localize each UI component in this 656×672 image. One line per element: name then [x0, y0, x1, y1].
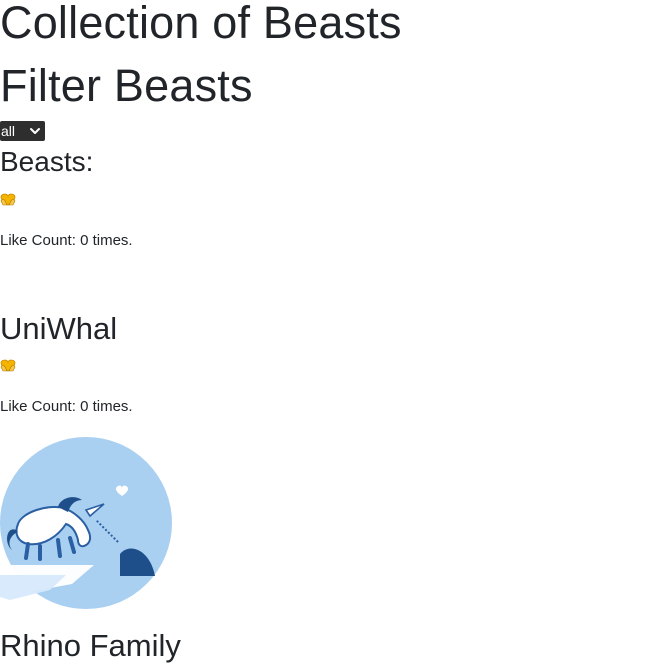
chevron-down-icon [30, 128, 40, 134]
filter-select[interactable]: all [0, 121, 45, 141]
like-count-text: Like Count: 0 times. [0, 232, 133, 250]
page-title: Collection of Beasts [0, 0, 402, 48]
like-suffix: times. [92, 232, 133, 249]
hands-heart-icon[interactable] [0, 359, 16, 373]
unicorn-narwhal-illustration[interactable] [0, 434, 172, 612]
like-label: Like Count: [0, 232, 76, 249]
like-count-value: 0 [80, 398, 89, 415]
beasts-heading: Beasts: [0, 146, 94, 177]
like-count-value: 0 [80, 232, 89, 249]
hands-heart-icon[interactable] [0, 193, 16, 207]
like-count-text: Like Count: 0 times. [0, 398, 133, 416]
beast-title: Rhino Family [0, 628, 181, 663]
beast-title: UniWhal [0, 311, 118, 346]
like-suffix: times. [92, 398, 133, 415]
filter-heading: Filter Beasts [0, 60, 253, 111]
like-label: Like Count: [0, 398, 76, 415]
filter-select-value: all [1, 123, 16, 139]
